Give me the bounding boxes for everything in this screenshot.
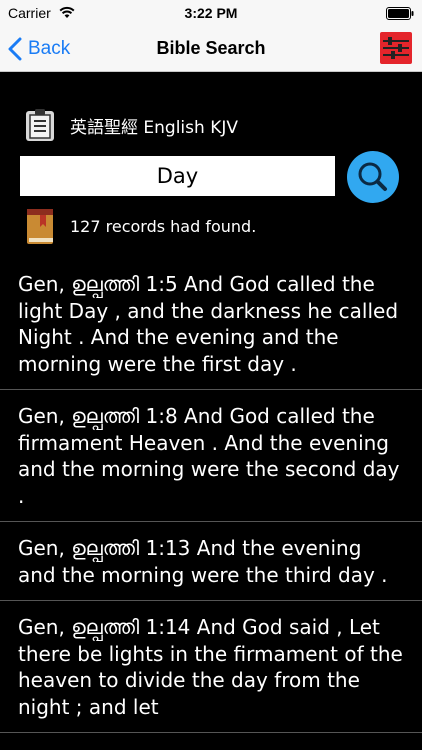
magnifier-icon	[358, 162, 387, 191]
bible-version-selector[interactable]: 英語聖經 English KJV	[24, 108, 238, 142]
search-button[interactable]	[347, 151, 399, 203]
battery-icon	[386, 7, 414, 20]
back-label: Back	[28, 38, 71, 59]
search-input[interactable]	[20, 156, 335, 196]
verse-list: Gen, ഉല്പത്തി 1:5 And God called the lig…	[0, 258, 422, 733]
status-bar: Carrier 3:22 PM	[0, 0, 422, 26]
verse-item[interactable]: Gen, ഉല്പത്തി 1:14 And God said , Let th…	[0, 601, 422, 733]
chevron-left-icon	[8, 37, 22, 61]
result-summary: 127 records had found.	[24, 206, 256, 246]
status-time: 3:22 PM	[184, 5, 238, 21]
verse-item[interactable]: Gen, ഉല്പത്തി 1:13 And the evening and t…	[0, 522, 422, 601]
verse-item[interactable]: Gen, ഉല്പത്തി 1:5 And God called the lig…	[0, 258, 422, 390]
navigation-bar: Back Bible Search	[0, 26, 422, 72]
settings-button[interactable]	[380, 32, 412, 64]
back-button[interactable]: Back	[8, 36, 70, 62]
clipboard-icon	[26, 109, 54, 141]
bible-version-label: 英語聖經 English KJV	[70, 117, 238, 138]
book-icon	[27, 209, 53, 244]
verse-item[interactable]: Gen, ഉല്പത്തി 1:8 And God called the fir…	[0, 390, 422, 522]
result-count: 127 records had found.	[70, 216, 257, 236]
sliders-icon	[383, 37, 409, 59]
